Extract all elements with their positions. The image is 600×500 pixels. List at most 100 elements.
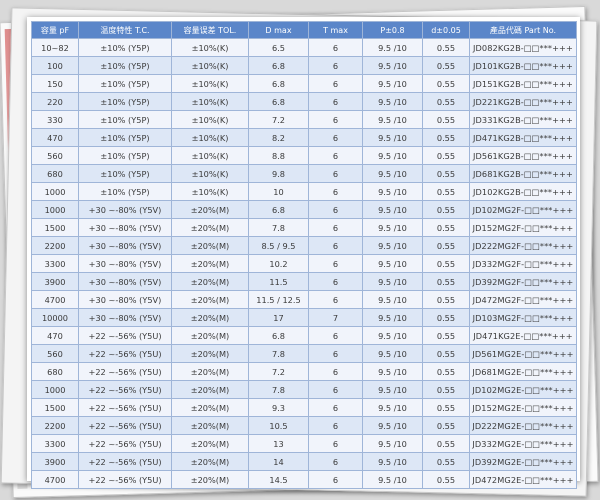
cell-lead-diameter: 0.55: [422, 254, 470, 273]
cell-lead-diameter: 0.55: [422, 146, 470, 165]
cell-pitch: 9.5 /10: [362, 416, 423, 435]
cell-capacitance: 1500: [31, 218, 79, 237]
cell-t-max: 6: [308, 416, 363, 435]
cell-tolerance: ±10%(K): [171, 164, 249, 183]
cell-pitch: 9.5 /10: [362, 344, 423, 363]
cell-part-number: JD221KG2B-□□***+++: [469, 92, 577, 111]
cell-tolerance: ±20%(M): [171, 344, 249, 363]
cell-d-max: 10: [248, 182, 309, 201]
cell-lead-diameter: 0.55: [422, 416, 470, 435]
cell-part-number: JD082KG2B-□□***+++: [469, 38, 577, 57]
cell-temperature-characteristic: +30 ~-80% (Y5V): [78, 272, 172, 291]
cell-temperature-characteristic: ±10% (Y5P): [78, 38, 172, 57]
cell-d-max: 8.5 / 9.5: [248, 236, 309, 255]
cell-capacitance: 3300: [31, 434, 79, 453]
cell-tolerance: ±20%(M): [171, 254, 249, 273]
cell-lead-diameter: 0.55: [422, 182, 470, 201]
cell-lead-diameter: 0.55: [422, 110, 470, 129]
cell-d-max: 11.5: [248, 272, 309, 291]
cell-temperature-characteristic: ±10% (Y5P): [78, 56, 172, 75]
cell-capacitance: 470: [31, 326, 79, 345]
cell-part-number: JD222MG2F-□□***+++: [469, 236, 577, 255]
cell-pitch: 9.5 /10: [362, 380, 423, 399]
cell-tolerance: ±20%(M): [171, 452, 249, 471]
cell-tolerance: ±10%(K): [171, 56, 249, 75]
cell-pitch: 9.5 /10: [362, 362, 423, 381]
cell-lead-diameter: 0.55: [422, 470, 470, 489]
table-row: 470 ±10% (Y5P) ±10%(K) 8.2 6 9.5 /10 0.55 JD471…: [31, 128, 577, 147]
cell-capacitance: 3900: [31, 452, 79, 471]
cell-capacitance: 150: [31, 74, 79, 93]
cell-d-max: 9.8: [248, 164, 309, 183]
cell-pitch: 9.5 /10: [362, 236, 423, 255]
cell-tolerance: ±10%(K): [171, 182, 249, 201]
table-row: 10000 +30 ~-80% (Y5V) ±20%(M) 17 7 9.5 /10 0.5…: [31, 308, 577, 327]
table-row: 220 ±10% (Y5P) ±10%(K) 6.8 6 9.5 /10 0.55 JD221…: [31, 92, 577, 111]
cell-pitch: 9.5 /10: [362, 200, 423, 219]
cell-t-max: 6: [308, 254, 363, 273]
table-row: 4700 +30 ~-80% (Y5V) ±20%(M) 11.5 / 12.5 6 9.…: [31, 290, 577, 309]
cell-t-max: 6: [308, 236, 363, 255]
cell-capacitance: 2200: [31, 416, 79, 435]
cell-tolerance: ±10%(K): [171, 38, 249, 57]
cell-part-number: JD222MG2E-□□***+++: [469, 416, 577, 435]
cell-d-max: 6.8: [248, 326, 309, 345]
cell-capacitance: 220: [31, 92, 79, 111]
table-row: 1500 +22 ~-56% (Y5U) ±20%(M) 9.3 6 9.5 /10 0.5…: [31, 398, 577, 417]
cell-d-max: 7.8: [248, 344, 309, 363]
cell-tolerance: ±10%(K): [171, 110, 249, 129]
cell-lead-diameter: 0.55: [422, 74, 470, 93]
cell-t-max: 6: [308, 74, 363, 93]
cell-t-max: 6: [308, 452, 363, 471]
header-d-max: D max: [248, 21, 309, 39]
cell-temperature-characteristic: +22 ~-56% (Y5U): [78, 470, 172, 489]
cell-d-max: 17: [248, 308, 309, 327]
cell-temperature-characteristic: +30 ~-80% (Y5V): [78, 308, 172, 327]
table-row: 10~82 ±10% (Y5P) ±10%(K) 6.5 6 9.5 /10 0.55 JD0…: [31, 38, 577, 57]
cell-d-max: 6.5: [248, 38, 309, 57]
cell-capacitance: 330: [31, 110, 79, 129]
cell-tolerance: ±20%(M): [171, 470, 249, 489]
cell-t-max: 6: [308, 128, 363, 147]
cell-tolerance: ±20%(M): [171, 236, 249, 255]
cell-lead-diameter: 0.55: [422, 290, 470, 309]
cell-capacitance: 3300: [31, 254, 79, 273]
cell-t-max: 6: [308, 38, 363, 57]
header-temperature-characteristic: 温度特性 T.C.: [78, 21, 172, 39]
cell-temperature-characteristic: ±10% (Y5P): [78, 182, 172, 201]
cell-capacitance: 1500: [31, 398, 79, 417]
cell-d-max: 14.5: [248, 470, 309, 489]
table-row: 560 ±10% (Y5P) ±10%(K) 8.8 6 9.5 /10 0.55 JD561…: [31, 146, 577, 165]
photo-frame: 容量 pF 温度特性 T.C. 容量误差 TOL. D max T max P±…: [27, 17, 580, 489]
cell-tolerance: ±20%(M): [171, 362, 249, 381]
cell-t-max: 6: [308, 290, 363, 309]
cell-temperature-characteristic: +30 ~-80% (Y5V): [78, 218, 172, 237]
cell-part-number: JD151KG2B-□□***+++: [469, 74, 577, 93]
cell-part-number: JD561KG2B-□□***+++: [469, 146, 577, 165]
table-row: 330 ±10% (Y5P) ±10%(K) 7.2 6 9.5 /10 0.55 JD331…: [31, 110, 577, 129]
cell-capacitance: 1000: [31, 380, 79, 399]
table-row: 100 ±10% (Y5P) ±10%(K) 6.8 6 9.5 /10 0.55 JD101…: [31, 56, 577, 75]
table-row: 1500 +30 ~-80% (Y5V) ±20%(M) 7.8 6 9.5 /10 0.5…: [31, 218, 577, 237]
cell-part-number: JD152MG2E-□□***+++: [469, 398, 577, 417]
cell-capacitance: 560: [31, 344, 79, 363]
cell-lead-diameter: 0.55: [422, 38, 470, 57]
cell-pitch: 9.5 /10: [362, 182, 423, 201]
cell-lead-diameter: 0.55: [422, 398, 470, 417]
cell-part-number: JD471KG2E-□□***+++: [469, 326, 577, 345]
cell-lead-diameter: 0.55: [422, 200, 470, 219]
cell-part-number: JD471KG2B-□□***+++: [469, 128, 577, 147]
cell-pitch: 9.5 /10: [362, 38, 423, 57]
cell-temperature-characteristic: +22 ~-56% (Y5U): [78, 344, 172, 363]
cell-d-max: 7.2: [248, 362, 309, 381]
cell-lead-diameter: 0.55: [422, 164, 470, 183]
cell-tolerance: ±10%(K): [171, 128, 249, 147]
cell-capacitance: 4700: [31, 470, 79, 489]
cell-capacitance: 10~82: [31, 38, 79, 57]
table-row: 470 +22 ~-56% (Y5U) ±20%(M) 6.8 6 9.5 /10 0.55…: [31, 326, 577, 345]
cell-capacitance: 100: [31, 56, 79, 75]
cell-tolerance: ±10%(K): [171, 146, 249, 165]
table-row: 3300 +30 ~-80% (Y5V) ±20%(M) 10.2 6 9.5 /10 0.…: [31, 254, 577, 273]
cell-d-max: 8.2: [248, 128, 309, 147]
cell-temperature-characteristic: +30 ~-80% (Y5V): [78, 200, 172, 219]
